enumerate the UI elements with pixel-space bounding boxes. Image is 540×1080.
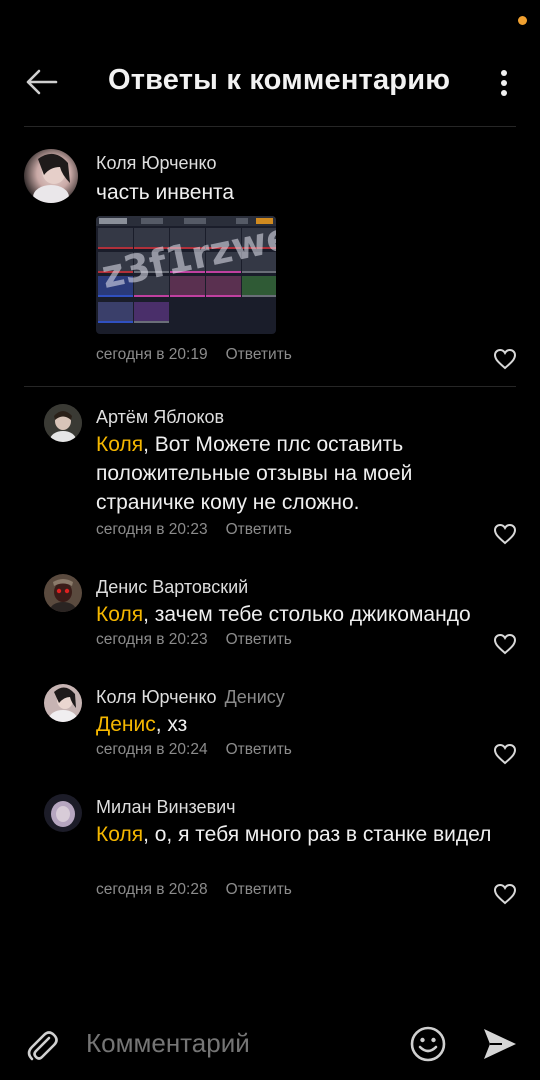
reply-author[interactable]: Денис Вартовский	[96, 577, 248, 598]
comment-input[interactable]	[86, 1028, 386, 1059]
reply-text: Коля, о, я тебя много раз в станке видел	[96, 823, 492, 846]
header-divider	[24, 126, 516, 127]
mention-link[interactable]: Коля	[96, 603, 143, 626]
heart-icon[interactable]	[493, 883, 517, 905]
comment-composer	[0, 1010, 540, 1080]
comment-text: часть инвента	[96, 181, 235, 204]
reply-author[interactable]: Милан Винзевич	[96, 797, 236, 818]
reply-button[interactable]: Ответить	[226, 881, 292, 898]
reply-to-label[interactable]: Денису	[225, 687, 285, 707]
back-button[interactable]	[22, 62, 62, 102]
heart-icon[interactable]	[493, 633, 517, 655]
heart-icon[interactable]	[493, 348, 517, 370]
smile-icon[interactable]	[408, 1024, 448, 1064]
heart-icon[interactable]	[493, 523, 517, 545]
comment-image[interactable]: z3f1rzwel	[96, 216, 276, 334]
reply-text: Коля, Вот Можете плс оставить положитель…	[96, 433, 413, 514]
heart-icon[interactable]	[493, 743, 517, 765]
send-icon[interactable]	[480, 1024, 520, 1064]
page-title: Ответы к комментарию	[108, 64, 451, 96]
paperclip-icon[interactable]	[22, 1026, 62, 1066]
back-arrow-icon	[26, 69, 58, 95]
reply-button[interactable]: Ответить	[226, 741, 292, 758]
reply-button[interactable]: Ответить	[226, 521, 292, 538]
reply-meta: сегодня в 20:28 Ответить	[96, 881, 292, 898]
avatar[interactable]	[44, 404, 82, 442]
avatar[interactable]	[44, 574, 82, 612]
avatar[interactable]	[24, 149, 78, 203]
avatar[interactable]	[44, 684, 82, 722]
reply-author[interactable]: Коля Юрченко Денису	[96, 687, 285, 708]
reply-author[interactable]: Артём Яблоков	[96, 407, 224, 428]
comment-meta: сегодня в 20:19 Ответить	[96, 346, 292, 364]
mention-link[interactable]: Коля	[96, 433, 143, 456]
mention-link[interactable]: Коля	[96, 823, 143, 846]
reply-button[interactable]: Ответить	[226, 346, 292, 363]
reply-meta: сегодня в 20:23 Ответить	[96, 631, 292, 648]
reply-meta: сегодня в 20:23 Ответить	[96, 521, 292, 538]
header: Ответы к комментарию	[0, 0, 540, 126]
avatar[interactable]	[44, 794, 82, 832]
more-vertical-icon	[501, 70, 507, 76]
reply-text: Коля, зачем тебе столько джикомандо	[96, 603, 471, 626]
comment-time: сегодня в 20:19	[96, 346, 208, 363]
reply-text: Денис, хз	[96, 713, 188, 736]
more-menu-button[interactable]	[490, 64, 518, 102]
reply-button[interactable]: Ответить	[226, 631, 292, 648]
mention-link[interactable]: Денис	[96, 713, 156, 736]
comment-author[interactable]: Коля Юрченко	[96, 153, 217, 174]
reply-meta: сегодня в 20:24 Ответить	[96, 741, 292, 758]
thread-divider	[24, 386, 516, 387]
